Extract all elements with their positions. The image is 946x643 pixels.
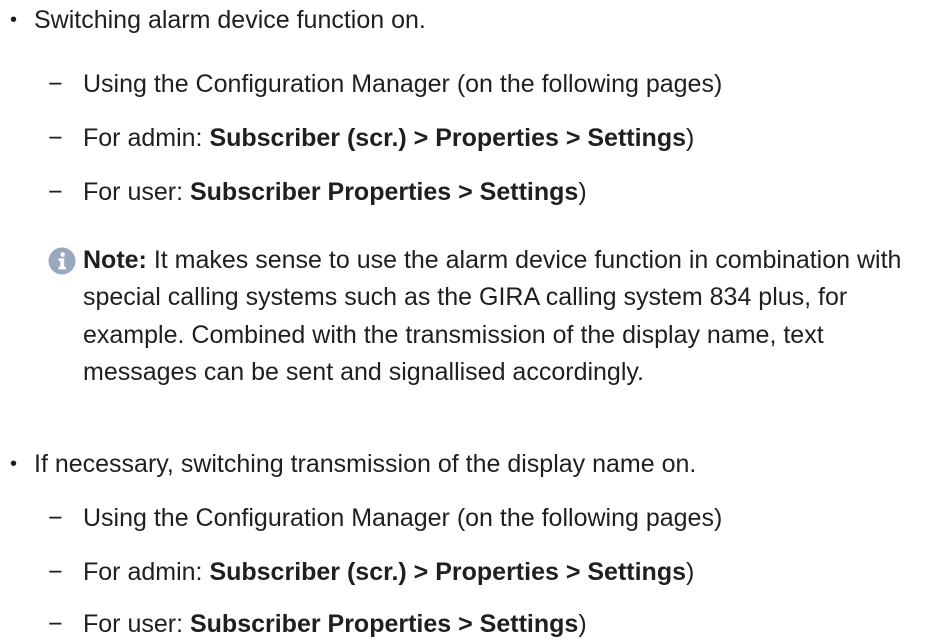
sub-item-text: For admin: Subscriber (scr.) > Propertie…: [83, 558, 695, 586]
info-icon: [48, 247, 76, 275]
sub-item-text: For user: Subscriber Properties > Settin…: [83, 178, 587, 206]
dash-marker: −: [48, 124, 63, 152]
dash-marker: −: [48, 504, 63, 532]
dash-marker: −: [48, 610, 63, 638]
note-label: Note:: [83, 246, 147, 274]
menu-path: Subscriber (scr.) > Properties > Setting…: [209, 124, 686, 152]
sub-item-user-path: − For user: Subscriber Properties > Sett…: [48, 174, 587, 210]
dash-marker: −: [48, 70, 63, 98]
bullet-text: Switching alarm device function on.: [34, 6, 426, 34]
bullet-text: If necessary, switching transmission of …: [34, 450, 697, 478]
bullet-marker: •: [10, 9, 18, 31]
menu-path: Subscriber Properties > Settings: [189, 178, 579, 206]
menu-path: Subscriber (scr.) > Properties > Setting…: [209, 558, 686, 586]
sub-item-admin-path: − For admin: Subscriber (scr.) > Propert…: [48, 120, 694, 156]
note-text: Note: It makes sense to use the alarm de…: [83, 242, 933, 392]
dash-marker: −: [48, 178, 63, 206]
menu-path: Subscriber Properties > Settings: [189, 610, 579, 638]
document-page: • Switching alarm device function on. − …: [0, 0, 946, 643]
bullet-marker: •: [10, 453, 18, 475]
dash-marker: −: [48, 558, 63, 586]
bullet-item-display-name: • If necessary, switching transmission o…: [10, 446, 696, 482]
note-body: It makes sense to use the alarm device f…: [83, 246, 902, 387]
bullet-item-alarm-device: • Switching alarm device function on.: [10, 2, 426, 38]
sub-item-text: For admin: Subscriber (scr.) > Propertie…: [83, 124, 695, 152]
sub-item-config-manager: − Using the Configuration Manager (on th…: [48, 66, 722, 102]
sub-item-text: For user: Subscriber Properties > Settin…: [83, 610, 587, 638]
sub-item-admin-path: − For admin: Subscriber (scr.) > Propert…: [48, 554, 694, 590]
sub-item-text: Using the Configuration Manager (on the …: [83, 70, 723, 98]
sub-item-config-manager: − Using the Configuration Manager (on th…: [48, 500, 722, 536]
sub-item-user-path: − For user: Subscriber Properties > Sett…: [48, 606, 587, 642]
sub-item-text: Using the Configuration Manager (on the …: [83, 504, 723, 532]
